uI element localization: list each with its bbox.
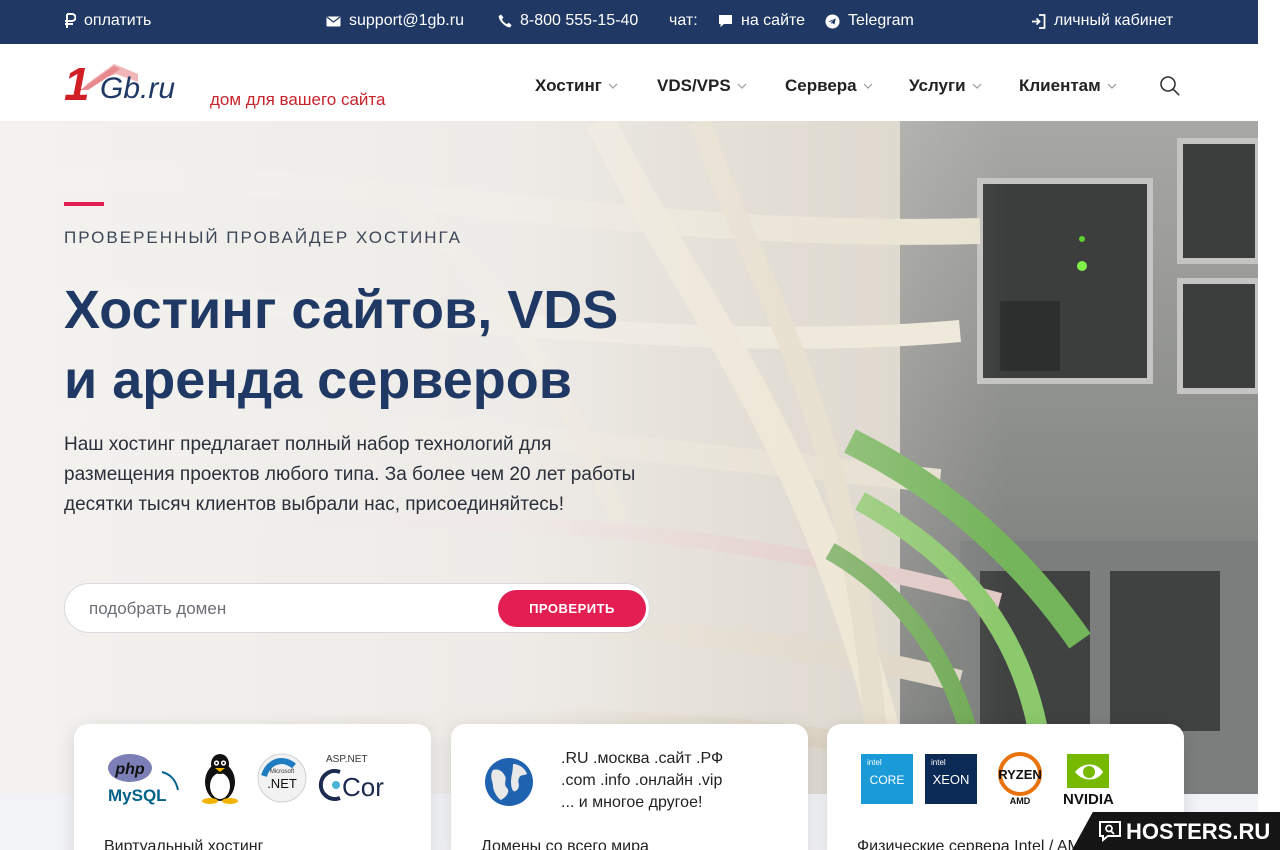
chevron-down-icon [1107,83,1117,89]
intel-xeon-icon: intel XEON [925,754,977,804]
chat-bubble-icon [719,15,732,27]
phone-icon [498,14,512,28]
nav-hosting-label: Хостинг [535,76,602,95]
account-link[interactable]: личный кабинет [1031,12,1173,30]
accent-line [64,202,104,206]
mail-icon [326,16,341,26]
intel-xeon-text: XEON [933,772,970,787]
nav-clients-label: Клиентам [1019,76,1101,95]
phone-label: 8-800 555-15-40 [520,12,639,29]
chevron-down-icon [863,83,873,89]
ryzen-logo-text: RYZEN [998,767,1042,782]
microsoft-logo-text: Microsoft [270,769,295,775]
nav-vds[interactable]: VDS/VPS [657,76,747,96]
telegram-icon [825,13,840,29]
watermark-text: HOSTERS.RU [1126,819,1271,844]
chevron-down-icon [972,83,981,89]
account-label: личный кабинет [1054,12,1174,29]
site-slogan: дом для вашего сайта [210,90,386,109]
nav-services[interactable]: Услуги [909,76,982,96]
ruble-icon [65,13,76,28]
logo-one: 1 [64,58,90,110]
chevron-down-icon [737,83,747,89]
pay-label: оплатить [84,12,152,29]
nvidia-icon: NVIDIA [1063,754,1114,806]
nav-services-label: Услуги [909,76,966,95]
search-icon[interactable] [1159,75,1181,97]
linux-penguin-icon [202,754,238,804]
chat-label-text: чат: [669,12,698,29]
telegram-link[interactable]: Telegram [825,12,914,30]
check-domain-button[interactable]: ПРОВЕРИТЬ [498,590,646,627]
right-edge-strip [1258,0,1280,850]
domain-zones-line1: .RU .москва .сайт .РФ [561,750,724,767]
chat-search-icon [1099,821,1121,842]
nav-servers[interactable]: Сервера [785,76,873,96]
chat-site-link[interactable]: на сайте [718,12,805,30]
card-dedicated-servers-caption: Физические сервера Intel / AMD [857,838,1093,850]
amd-ryzen-icon: RYZEN AMD [998,752,1042,806]
hero-title-line2: и аренда серверов [64,350,572,410]
hero-title: Хостинг сайтов, VDS и аренда серверов [64,275,724,415]
intel-xeon-brand: intel [931,758,946,767]
login-icon [1032,13,1046,29]
card-virtual-hosting[interactable]: php MySQL Microsoft .NET ASP.NET Core [74,724,431,850]
amd-logo-text: AMD [1010,796,1031,806]
nvidia-logo-text: NVIDIA [1063,791,1114,806]
site-logo[interactable]: 1 Gb.ru [64,60,194,110]
dotnet-logo-text: .NET [267,776,297,791]
mysql-logo-text: MySQL [108,786,167,805]
intel-core-icon: intel CORE [861,754,913,804]
domain-zones: .RU .москва .сайт .РФ .com .info .онлайн… [561,748,723,814]
chevron-down-icon [608,83,618,89]
nav-clients[interactable]: Клиентам [1019,76,1117,96]
globe-icon [485,758,533,806]
hero-eyebrow: ПРОВЕРЕННЫЙ ПРОВАЙДЕР ХОСТИНГА [64,228,462,247]
nav-servers-label: Сервера [785,76,857,95]
php-logo-text: php [114,761,145,778]
card-virtual-hosting-caption: Виртуальный хостинг [104,838,264,850]
phone-link[interactable]: 8-800 555-15-40 [498,12,638,30]
domain-zones-line2: .com .info .онлайн .vip [561,772,723,789]
page: оплатить support@1gb.ru 8-800 555-15-40 … [0,0,1280,850]
card-domains[interactable]: .RU .москва .сайт .РФ .com .info .онлайн… [451,724,808,850]
domain-search-form: ПРОВЕРИТЬ [64,583,650,633]
hero-lead: Наш хостинг предлагает полный набор техн… [64,434,636,515]
dotnet-icon: Microsoft .NET [257,753,307,803]
php-mysql-icon: php MySQL [108,754,179,805]
hosters-watermark: HOSTERS.RU [1072,812,1280,850]
domain-search-input[interactable] [89,596,469,622]
pay-link[interactable]: оплатить [64,12,151,30]
logo-gb: Gb.ru [100,72,176,105]
domain-zones-line3: ... и многое другое! [561,794,703,811]
email-label: support@1gb.ru [349,12,464,29]
intel-core-brand: intel [867,758,882,767]
intel-core-text: CORE [870,773,905,787]
card-domains-caption: Домены со всего мира [481,838,649,850]
hero-title-line1: Хостинг сайтов, VDS [64,280,619,340]
aspnet-logo-text: ASP.NET [326,754,368,765]
nav-hosting[interactable]: Хостинг [535,76,618,96]
aspnet-core-icon: ASP.NET Core [318,754,384,802]
core-logo-text: Core [342,772,384,802]
email-link[interactable]: support@1gb.ru [326,12,464,30]
nav-vds-label: VDS/VPS [657,76,731,95]
chat-label: чат: [669,12,698,30]
chat-site-label: на сайте [741,12,806,29]
top-bar: оплатить support@1gb.ru 8-800 555-15-40 … [0,0,1258,44]
telegram-label: Telegram [848,12,914,29]
